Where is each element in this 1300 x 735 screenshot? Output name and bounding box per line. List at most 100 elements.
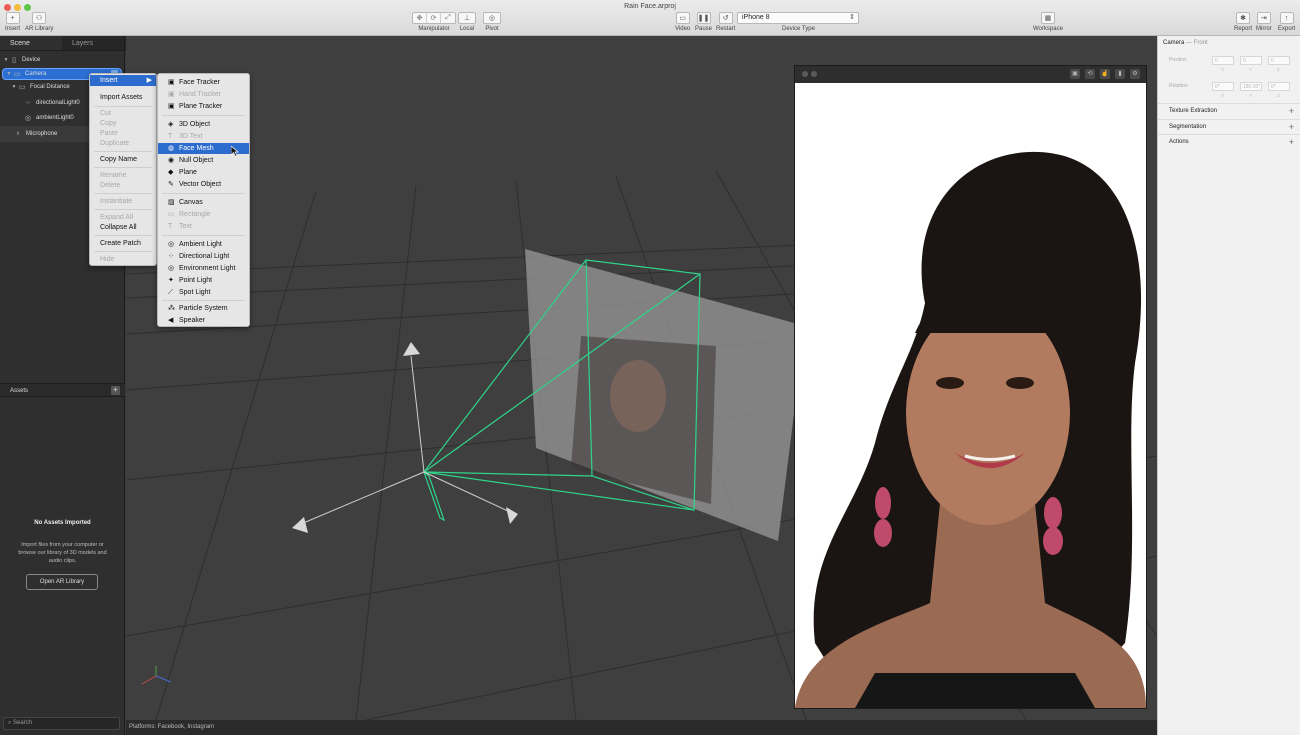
simulator-screenshot-icon[interactable]: ▣ [1070,69,1080,79]
menu-item-ambient-light[interactable]: ◎ Ambient Light [158,239,222,250]
menu-item-collapse-all[interactable]: Collapse All [90,222,137,233]
menu-item-point-light[interactable]: ✦ Point Light [158,275,212,286]
pivot-icon: ◎ [483,12,501,24]
rotate-icon[interactable]: ⟳ [427,13,441,23]
device-icon: ▯ [12,56,16,64]
local-button[interactable]: ⊥ Local [458,12,476,32]
simulator-screen[interactable] [795,83,1146,708]
manipulator-control[interactable]: ✥ ⟳ ⤢ Manipulator [412,12,456,32]
menu-item-directional-light[interactable]: ⁘ Directional Light [158,251,229,262]
simulator-touch-icon[interactable]: ☝ [1100,69,1110,79]
cube-icon: ◈ [168,121,174,128]
simulator-rotate-icon[interactable]: ⟲ [1085,69,1095,79]
add-icon[interactable]: + [1289,122,1294,132]
restart-label: Restart [716,26,736,32]
manipulator-segment[interactable]: ✥ ⟳ ⤢ [412,12,456,24]
mirror-label: Mirror [1256,26,1272,32]
menu-item-null-object[interactable]: ◉ Null Object [158,155,213,166]
submenu-arrow-icon: ▶ [146,77,152,84]
canvas-icon: ▨ [168,199,175,206]
pause-label: Pause [695,26,713,32]
segmentation-section[interactable]: Segmentation + [1158,119,1300,134]
video-label: Video [675,26,691,32]
tree-item-label: Microphone [26,130,58,137]
simulator-close-dot[interactable] [802,71,808,77]
tab-layers[interactable]: Layers [62,36,124,50]
menu-item-import-assets[interactable]: Import Assets [90,92,142,103]
simulator-minimize-dot[interactable] [811,71,817,77]
menu-item-label: Ambient Light [179,241,222,248]
menu-item-speaker[interactable]: ◀ Speaker [158,315,205,326]
transform-gizmo[interactable] [292,342,518,533]
menu-item-spot-light[interactable]: ⟋ Spot Light [158,287,211,298]
add-asset-button[interactable]: + [111,386,120,395]
scale-icon[interactable]: ⤢ [441,13,455,23]
ambient-light-icon: ◎ [168,241,175,248]
position-y-input[interactable]: 0 [1240,56,1262,65]
rotation-x-input[interactable]: 0° [1212,82,1234,91]
video-icon: ▭ [675,12,690,24]
simulator-window: ▣ ⟲ ☝ ▮ ⚙ [794,65,1147,709]
menu-item-vector-object[interactable]: ✎ Vector Object [158,179,221,190]
menu-item-insert[interactable]: Insert ▶ [90,75,156,86]
pivot-button[interactable]: ◎ Pivot [483,12,501,32]
pause-button[interactable]: ❚❚ Pause [695,12,712,32]
menu-separator [94,235,152,236]
mirror-button[interactable]: ⇥ Mirror [1256,12,1272,32]
assets-title: Assets [10,388,29,394]
restart-button[interactable]: ↺ Restart [716,12,735,32]
menu-item-plane-tracker[interactable]: ▣ Plane Tracker [158,101,222,112]
tree-item-label: Focal Distance [30,84,70,91]
simulator-settings-icon[interactable]: ⚙ [1130,69,1140,79]
position-z-input[interactable]: 0 [1268,56,1290,65]
texture-extraction-section[interactable]: Texture Extraction + [1158,103,1300,118]
search-input[interactable]: ⌕ Search [3,717,120,730]
section-label: Segmentation [1169,124,1207,130]
menu-item-plane[interactable]: ◆ Plane [158,167,197,178]
plus-icon: + [5,12,20,24]
point-light-icon: ✦ [168,277,174,284]
directional-light-icon: ⁘ [168,253,174,260]
workspace-button[interactable]: ▦ Workspace [1033,12,1063,32]
menu-item-copy-name[interactable]: Copy Name [90,154,137,165]
add-icon[interactable]: + [1289,137,1294,147]
menu-item-instantiate: Instantiate [100,198,133,205]
report-button[interactable]: ✱ Report [1234,12,1252,32]
tab-scene[interactable]: Scene [0,36,62,50]
menu-item-particle-system[interactable]: ⁂ Particle System [158,303,228,314]
section-label: Actions [1169,139,1189,145]
rotation-y-input[interactable]: 180.00° [1240,82,1262,91]
axis-y-label: Y [1249,67,1253,72]
device-type-select[interactable]: iPhone 8 ⇕ [737,12,859,24]
simulator-device-icon[interactable]: ▮ [1115,69,1125,79]
open-ar-library-button[interactable]: Open AR Library [26,574,98,590]
actions-section[interactable]: Actions + [1158,134,1300,149]
tree-item-label: directionalLight0 [36,99,80,106]
add-icon[interactable]: + [1289,106,1294,116]
disclosure-down-icon[interactable]: ▼ [5,71,13,77]
move-icon[interactable]: ✥ [413,13,427,23]
local-label: Local [459,26,475,32]
workspace-label: Workspace [1033,26,1063,32]
menu-item-3d-object[interactable]: ◈ 3D Object [158,119,210,130]
disclosure-down-icon[interactable]: ▼ [2,57,10,63]
disclosure-down-icon[interactable]: ▼ [10,84,18,90]
menu-item-create-patch[interactable]: Create Patch [90,238,141,249]
ambient-light-icon: ◎ [24,115,32,123]
tree-item-device[interactable]: ▼ ▯ Device [0,52,124,68]
pause-icon: ❚❚ [696,12,711,24]
insert-button[interactable]: + Insert [5,12,20,32]
tree-item-label: Device [22,56,41,63]
export-button[interactable]: ↑ Export [1278,12,1295,32]
local-axes-icon: ⊥ [458,12,476,24]
spot-light-icon: ⟋ [168,289,173,296]
rotation-z-input[interactable]: 0° [1268,82,1290,91]
menu-item-environment-light[interactable]: ◎ Environment Light [158,263,235,274]
ar-library-button[interactable]: ⚇ AR Library [25,12,53,32]
menu-item-canvas[interactable]: ▨ Canvas [158,197,203,208]
menu-separator [94,106,152,107]
video-button[interactable]: ▭ Video [675,12,690,32]
menu-item-delete: Delete [100,182,121,189]
menu-item-face-tracker[interactable]: ▣ Face Tracker [158,77,220,88]
position-x-input[interactable]: 0 [1212,56,1234,65]
